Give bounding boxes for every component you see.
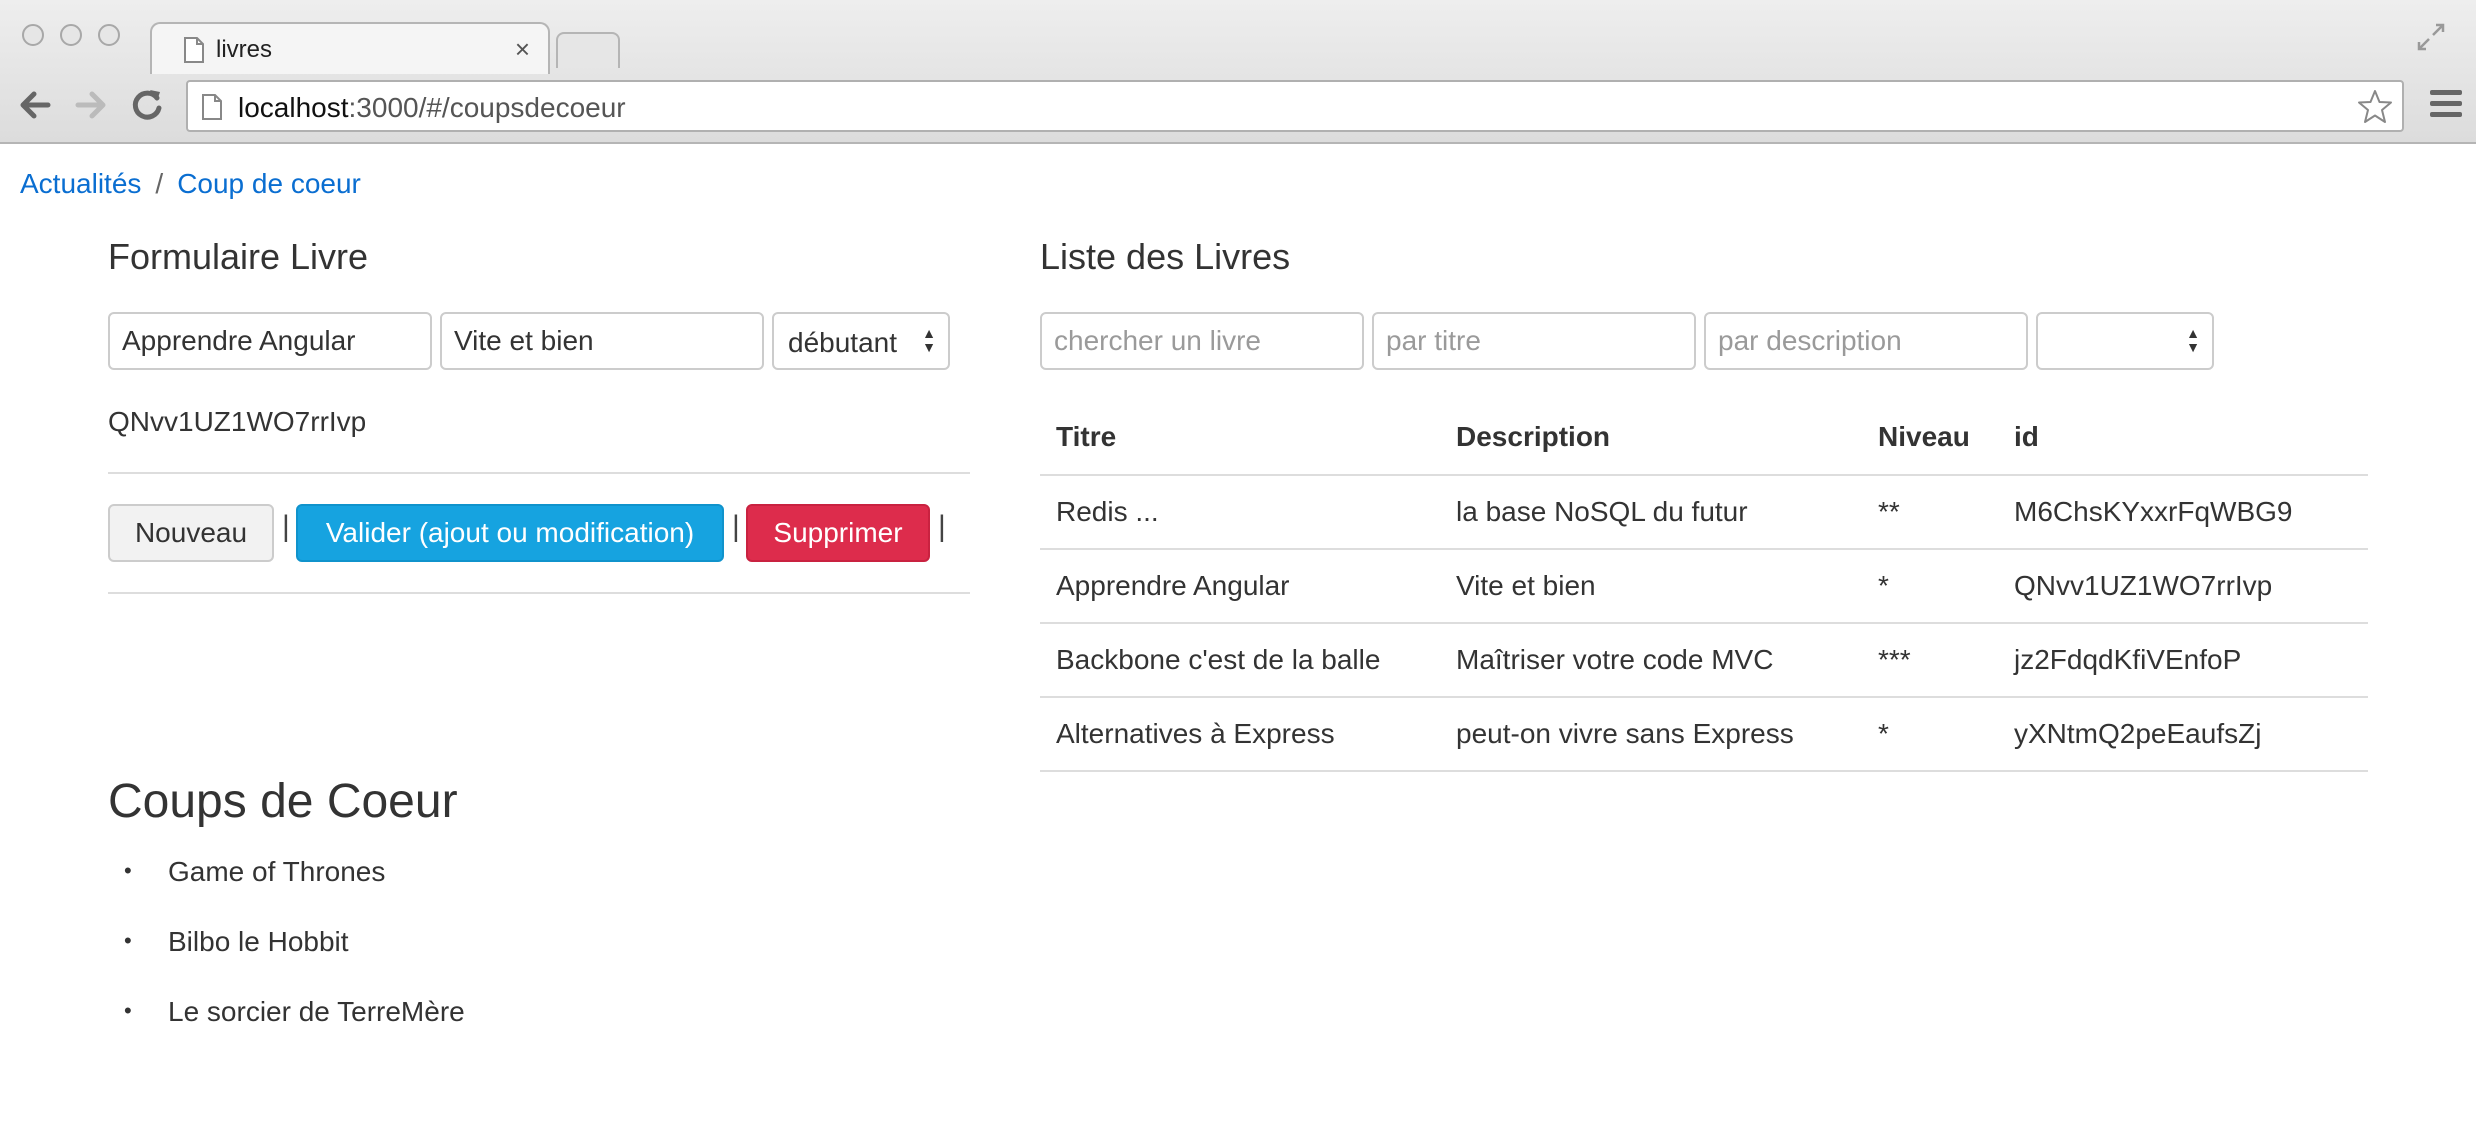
list-item: • Bilbo le Hobbit [124, 926, 465, 996]
document-icon [184, 37, 204, 63]
url-text[interactable]: localhost:3000/#/coupsdecoeur [238, 92, 626, 124]
list-item: • Le sorcier de TerreMère [124, 996, 465, 1066]
bullet: • [124, 998, 132, 1023]
reload-icon[interactable] [126, 84, 168, 126]
minimize-window-button[interactable] [60, 24, 82, 46]
breadcrumb: Actualités / Coup de coeur [20, 168, 361, 200]
button-separator: | [938, 510, 946, 543]
coups-list: • Game of Thrones • Bilbo le Hobbit • Le so… [124, 856, 465, 1066]
cell-niveau: *** [1878, 644, 1911, 675]
delete-button[interactable]: Supprimer [746, 504, 930, 562]
close-icon[interactable]: × [515, 34, 530, 65]
list-item-label: Le sorcier de TerreMère [168, 996, 465, 1027]
niveau-select[interactable]: débutant ▲ ▼ [772, 312, 950, 370]
cell-niveau: * [1878, 570, 1889, 601]
table-row[interactable]: Apprendre Angular Vite et bien * QNvv1UZ… [1040, 550, 2368, 624]
niveau-filter-select[interactable]: ▲ ▼ [2036, 312, 2214, 370]
cell-titre: Backbone c'est de la balle [1056, 644, 1381, 675]
select-arrows-icon: ▲ ▼ [2186, 325, 2200, 355]
list-title: Liste des Livres [1040, 236, 1291, 277]
url-host: localhost [238, 92, 349, 123]
bullet: • [124, 928, 132, 953]
bookmark-star-icon[interactable] [2356, 88, 2394, 126]
livre-id: QNvv1UZ1WO7rrIvp [108, 406, 367, 437]
cell-titre: Apprendre Angular [1056, 570, 1290, 601]
cell-description: Vite et bien [1456, 570, 1596, 601]
cell-id: QNvv1UZ1WO7rrIvp [2014, 570, 2273, 601]
new-button[interactable]: Nouveau [108, 504, 274, 562]
description-filter-input[interactable] [1704, 312, 2028, 370]
column-header-titre: Titre [1056, 421, 1117, 452]
table-header: Titre Description Niveau id [1040, 400, 2368, 476]
cell-titre: Redis ... [1056, 496, 1159, 527]
divider [108, 472, 970, 474]
table-row[interactable]: Backbone c'est de la balle Maîtriser vot… [1040, 624, 2368, 698]
breadcrumb-separator: / [155, 168, 164, 199]
form-title: Formulaire Livre [108, 236, 369, 277]
column-header-niveau: Niveau [1878, 421, 1970, 452]
bullet: • [124, 858, 132, 883]
cell-titre: Alternatives à Express [1056, 718, 1335, 749]
tab-title: livres [216, 36, 273, 63]
list-item-label: Game of Thrones [168, 856, 386, 887]
divider [108, 592, 970, 594]
column-header-description: Description [1456, 421, 1611, 452]
validate-button[interactable]: Valider (ajout ou modification) [296, 504, 724, 562]
new-tab-button[interactable] [556, 32, 620, 68]
description-input[interactable] [440, 312, 764, 370]
livres-table: Titre Description Niveau id Redis ... la… [1040, 400, 2368, 772]
url-path: :3000/#/coupsdecoeur [348, 92, 626, 123]
cell-description: Maîtriser votre code MVC [1456, 644, 1774, 675]
close-window-button[interactable] [22, 24, 44, 46]
browser-menu-icon[interactable] [2430, 90, 2462, 120]
browser-tab[interactable]: livres × [150, 22, 550, 74]
column-header-id: id [2014, 421, 2039, 452]
cell-description: la base NoSQL du futur [1456, 496, 1748, 527]
list-item-label: Bilbo le Hobbit [168, 926, 349, 957]
cell-niveau: * [1878, 718, 1889, 749]
table-row[interactable]: Alternatives à Express peut-on vivre san… [1040, 698, 2368, 772]
search-input[interactable] [1040, 312, 1364, 370]
address-bar[interactable]: localhost:3000/#/coupsdecoeur [186, 80, 2404, 132]
page-icon [202, 94, 222, 120]
titre-input[interactable] [108, 312, 432, 370]
browser-chrome: livres × localhost:3000/#/coupsdecoeur [0, 0, 2476, 144]
niveau-select-value: débutant [788, 327, 897, 358]
breadcrumb-link-coup-de-coeur[interactable]: Coup de coeur [177, 168, 361, 199]
breadcrumb-link-actualites[interactable]: Actualités [20, 168, 141, 199]
cell-id: M6ChsKYxxrFqWBG9 [2014, 496, 2293, 527]
cell-id: yXNtmQ2peEaufsZj [2014, 718, 2262, 749]
table-row[interactable]: Redis ... la base NoSQL du futur ** M6Ch… [1040, 476, 2368, 550]
cell-niveau: ** [1878, 496, 1900, 527]
button-separator: | [282, 510, 290, 543]
fullscreen-icon[interactable] [2416, 22, 2446, 52]
window-controls [22, 24, 120, 46]
button-separator: | [732, 510, 740, 543]
forward-arrow-icon[interactable] [70, 84, 112, 126]
cell-id: jz2FdqdKfiVEnfoP [2014, 644, 2242, 675]
back-arrow-icon[interactable] [14, 84, 56, 126]
coups-title: Coups de Coeur [108, 775, 458, 828]
cell-description: peut-on vivre sans Express [1456, 718, 1794, 749]
page-content: Actualités / Coup de coeur Formulaire Livr… [0, 144, 2476, 1140]
zoom-window-button[interactable] [98, 24, 120, 46]
select-arrows-icon: ▲ ▼ [922, 325, 936, 355]
titre-filter-input[interactable] [1372, 312, 1696, 370]
list-item: • Game of Thrones [124, 856, 465, 926]
